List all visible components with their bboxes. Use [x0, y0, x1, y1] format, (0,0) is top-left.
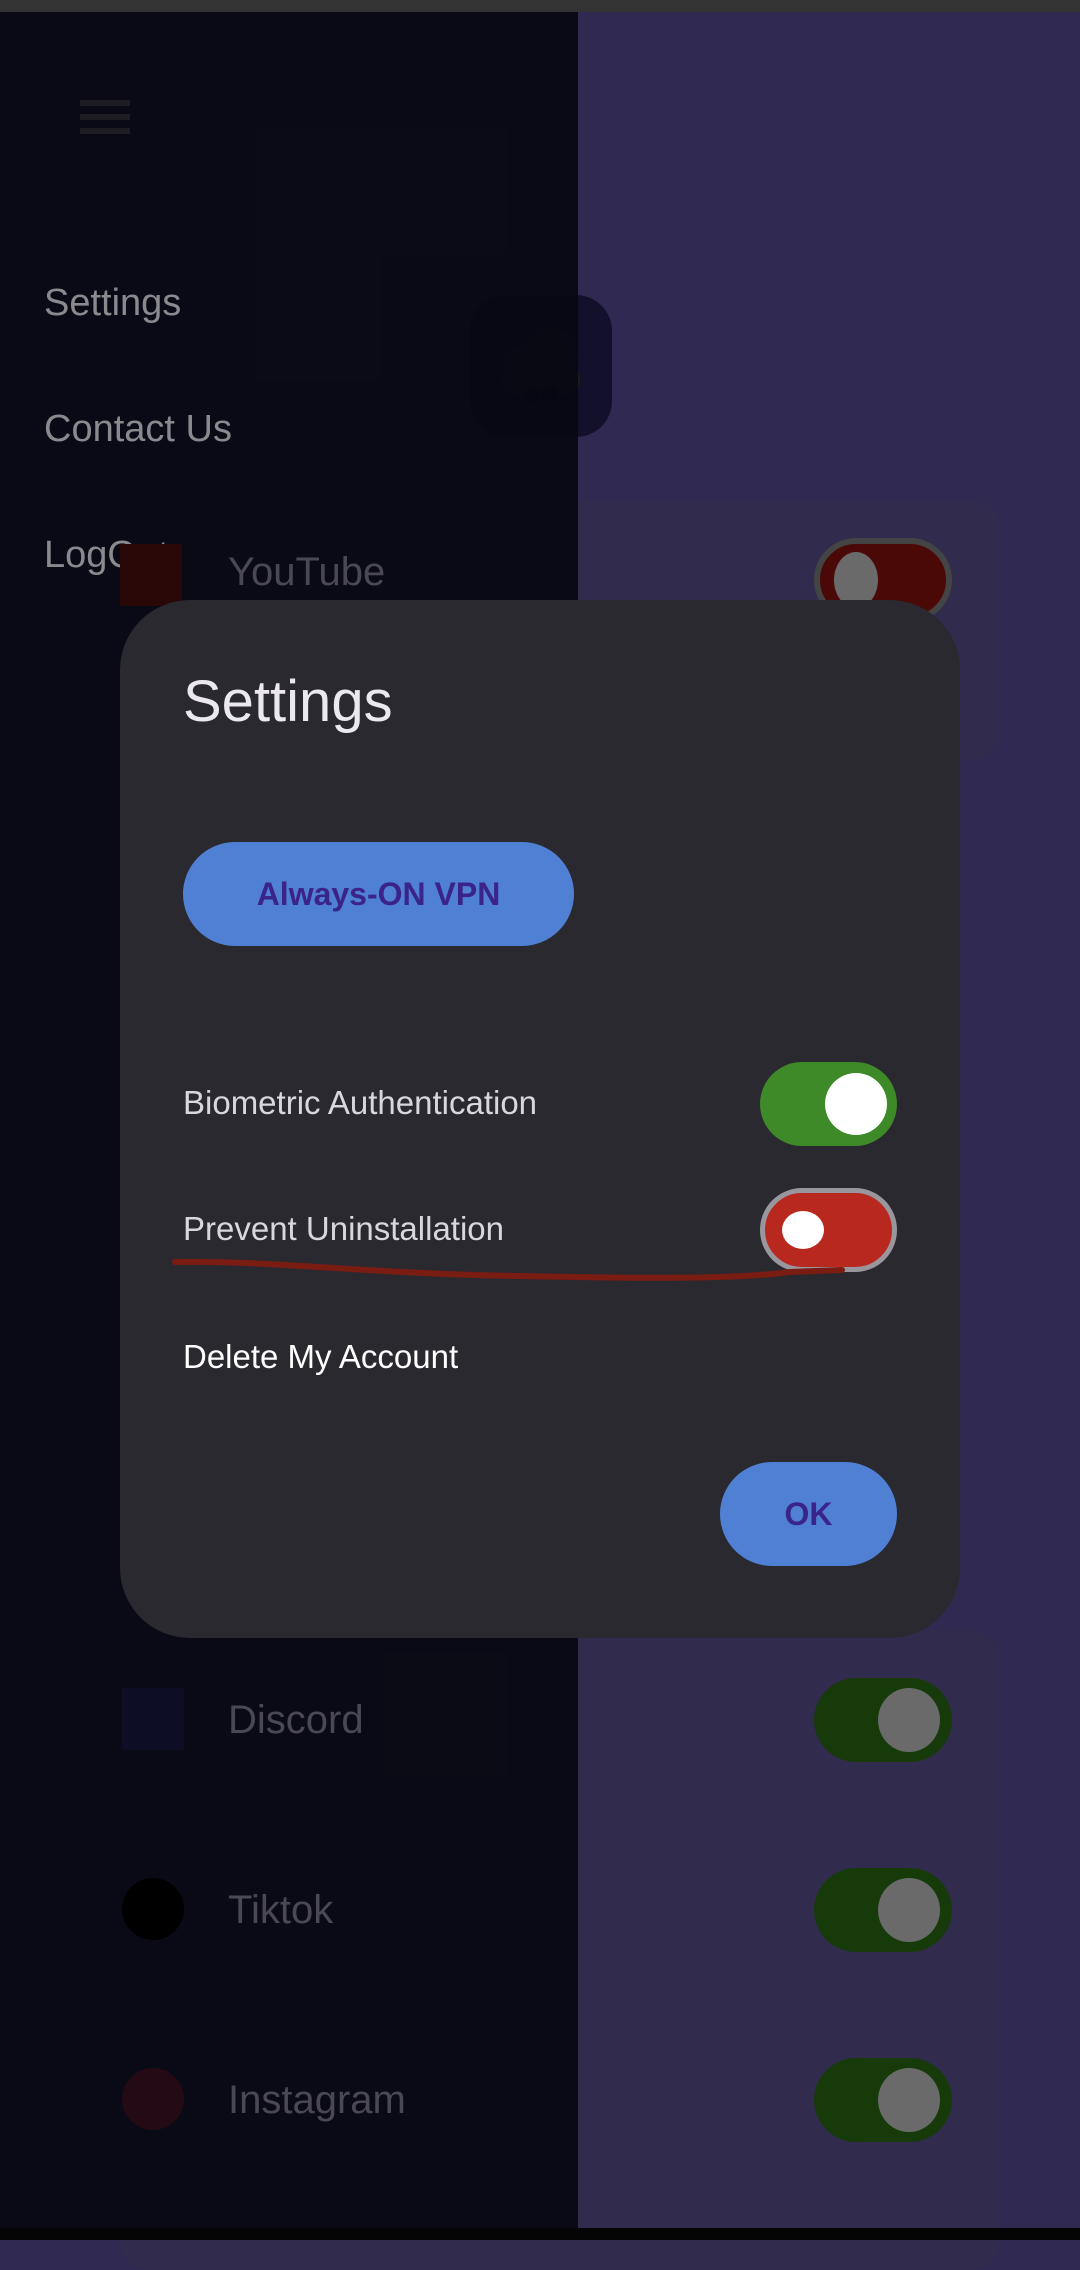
- prevent-uninstall-label: Prevent Uninstallation: [183, 1210, 505, 1247]
- red-underline-annotation: [172, 1258, 845, 1281]
- app-name: YouTube: [228, 550, 386, 594]
- instagram-icon: [122, 2068, 184, 2130]
- menu-icon[interactable]: [80, 100, 130, 136]
- youtube-icon: [120, 544, 182, 606]
- tiktok-icon: [122, 1878, 184, 1940]
- app-name: Instagram: [228, 2078, 406, 2122]
- dialog-title: Settings: [183, 669, 393, 734]
- biometric-label: Biometric Authentication: [183, 1084, 538, 1121]
- app-name: Discord: [228, 1698, 364, 1742]
- tiktok-toggle[interactable]: [814, 1868, 952, 1952]
- settings-dialog: Settings Always-ON VPN Biometric Authent…: [120, 600, 960, 1638]
- drawer-item-settings[interactable]: Settings: [44, 282, 181, 325]
- discord-toggle[interactable]: [814, 1678, 952, 1762]
- drawer-item-contact-us[interactable]: Contact Us: [44, 408, 232, 451]
- always-on-vpn-button[interactable]: Always-ON VPN: [183, 842, 574, 946]
- discord-icon: [122, 1688, 184, 1750]
- ok-button[interactable]: OK: [720, 1462, 897, 1566]
- instagram-toggle[interactable]: [814, 2058, 952, 2142]
- navigation-bar: [0, 2228, 1080, 2240]
- status-bar: [0, 0, 1080, 12]
- biometric-toggle[interactable]: [760, 1062, 897, 1146]
- delete-account-link[interactable]: Delete My Account: [183, 1338, 458, 1376]
- app-name: Tiktok: [228, 1888, 334, 1932]
